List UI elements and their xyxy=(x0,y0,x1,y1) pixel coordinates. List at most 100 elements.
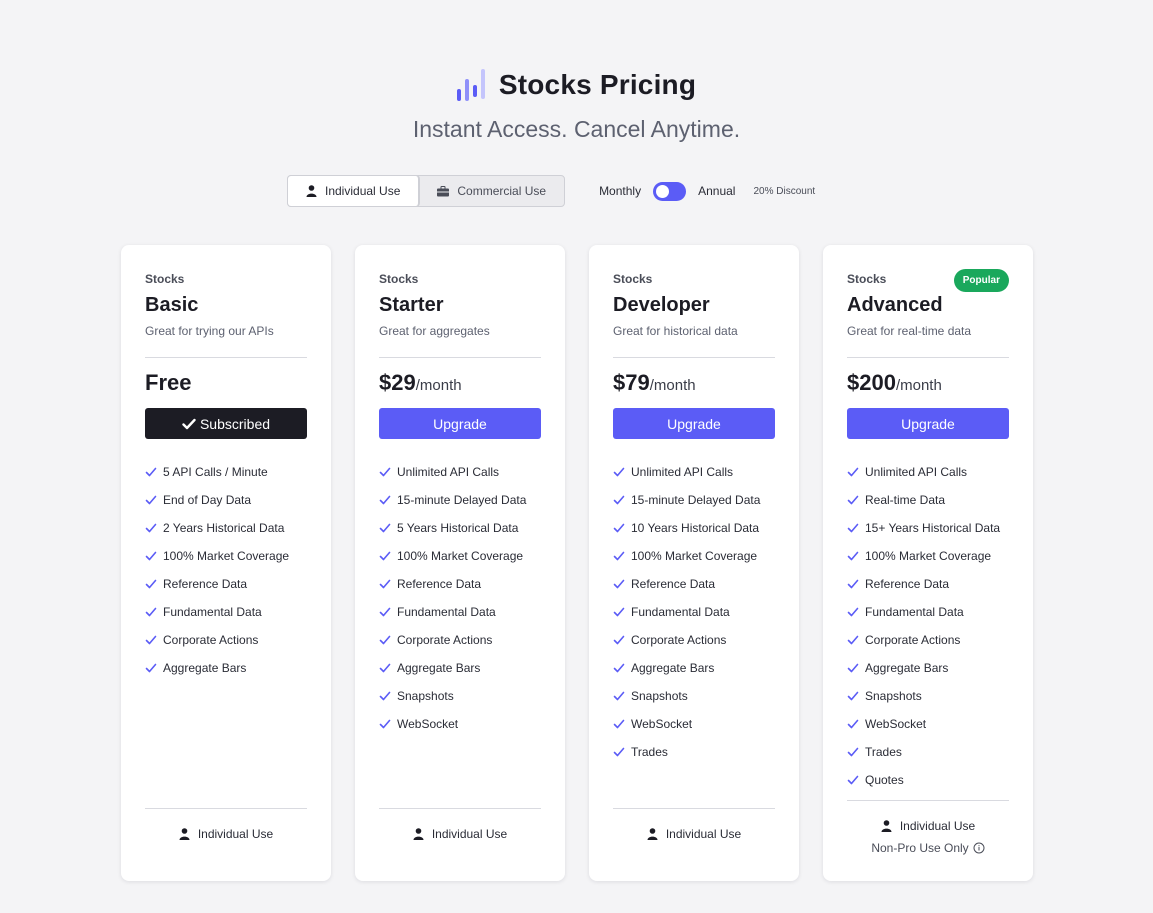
feature-label: Snapshots xyxy=(865,689,922,703)
feature-item: Trades xyxy=(613,738,760,766)
check-icon xyxy=(613,719,625,729)
feature-label: Aggregate Bars xyxy=(163,661,247,675)
page-header: Stocks Pricing Instant Access. Cancel An… xyxy=(0,68,1153,143)
price-period: /month xyxy=(649,377,696,394)
feature-item: 15-minute Delayed Data xyxy=(379,486,526,514)
feature-item: 2 Years Historical Data xyxy=(145,514,289,542)
feature-label: Reference Data xyxy=(163,577,248,591)
feature-label: Real-time Data xyxy=(865,493,946,507)
feature-label: Unlimited API Calls xyxy=(865,465,968,479)
plan-price: $79/month xyxy=(613,370,696,396)
check-icon xyxy=(379,551,391,561)
feature-item: Unlimited API Calls xyxy=(379,458,526,486)
bar-chart-logo-icon xyxy=(456,69,485,101)
feature-item: Quotes xyxy=(847,766,1000,794)
plan-description: Great for real-time data xyxy=(847,324,972,338)
plan-card-starter: Stocks Starter Great for aggregates $29/mon… xyxy=(355,245,565,881)
plan-description: Great for aggregates xyxy=(379,324,490,338)
feature-list: Unlimited API Calls Real-time Data 15+ Yea… xyxy=(847,458,1000,794)
feature-item: Fundamental Data xyxy=(379,598,526,626)
feature-item: WebSocket xyxy=(379,710,526,738)
plan-card-developer: Stocks Developer Great for historical data… xyxy=(589,245,799,881)
feature-label: End of Day Data xyxy=(163,493,252,507)
feature-label: WebSocket xyxy=(631,717,693,731)
price-amount: $200 xyxy=(847,370,896,395)
footer-label: Individual Use xyxy=(665,827,742,841)
feature-label: Quotes xyxy=(865,773,904,787)
feature-item: End of Day Data xyxy=(145,486,289,514)
annual-label[interactable]: Annual xyxy=(698,184,735,198)
check-icon xyxy=(613,579,625,589)
feature-label: Fundamental Data xyxy=(163,605,262,619)
subscribed-button[interactable]: Subscribed xyxy=(145,408,307,439)
feature-item: 10 Years Historical Data xyxy=(613,514,760,542)
feature-item: Snapshots xyxy=(847,682,1000,710)
check-icon xyxy=(145,635,157,645)
plan-card-advanced: Stocks Popular Advanced Great for real-time… xyxy=(823,245,1033,881)
footer-label: Individual Use xyxy=(899,819,976,833)
feature-item: Snapshots xyxy=(379,682,526,710)
plan-name: Developer xyxy=(613,294,710,316)
monthly-label[interactable]: Monthly xyxy=(599,184,641,198)
check-icon xyxy=(613,607,625,617)
feature-item: Reference Data xyxy=(145,570,289,598)
feature-label: WebSocket xyxy=(865,717,927,731)
commercial-use-tab[interactable]: Commercial Use xyxy=(419,176,564,206)
feature-item: Aggregate Bars xyxy=(613,654,760,682)
individual-use-tab[interactable]: Individual Use xyxy=(288,176,420,206)
info-icon[interactable] xyxy=(973,842,985,854)
check-icon xyxy=(847,635,859,645)
feature-item: 5 Years Historical Data xyxy=(379,514,526,542)
feature-label: Aggregate Bars xyxy=(397,661,481,675)
plan-price: $29/month xyxy=(379,370,462,396)
billing-period-control: Monthly Annual 20% Discount xyxy=(599,181,815,201)
feature-item: Aggregate Bars xyxy=(847,654,1000,682)
feature-label: Fundamental Data xyxy=(631,605,730,619)
cta-label: Upgrade xyxy=(667,415,721,432)
divider xyxy=(847,357,1009,358)
feature-label: 100% Market Coverage xyxy=(397,549,524,563)
cta-label: Subscribed xyxy=(199,415,271,432)
feature-item: Reference Data xyxy=(613,570,760,598)
feature-label: 15+ Years Historical Data xyxy=(865,521,1001,535)
plan-price: Free xyxy=(145,370,191,396)
check-icon xyxy=(145,495,157,505)
footer-note: Non-Pro Use Only xyxy=(871,841,969,855)
upgrade-button[interactable]: Upgrade xyxy=(613,408,775,439)
check-icon xyxy=(613,663,625,673)
check-icon xyxy=(182,418,196,429)
check-icon xyxy=(145,467,157,477)
feature-item: Real-time Data xyxy=(847,486,1000,514)
feature-label: Unlimited API Calls xyxy=(397,465,500,479)
user-icon xyxy=(413,828,424,840)
upgrade-button[interactable]: Upgrade xyxy=(847,408,1009,439)
plan-description: Great for historical data xyxy=(613,324,738,338)
feature-item: 100% Market Coverage xyxy=(145,542,289,570)
upgrade-button[interactable]: Upgrade xyxy=(379,408,541,439)
price-period: /month xyxy=(415,377,462,394)
divider xyxy=(847,800,1009,801)
plan-category: Stocks xyxy=(613,272,653,286)
feature-item: 100% Market Coverage xyxy=(613,542,760,570)
feature-item: Reference Data xyxy=(847,570,1000,598)
feature-label: Aggregate Bars xyxy=(631,661,715,675)
divider xyxy=(379,357,541,358)
billing-toggle[interactable] xyxy=(653,181,687,201)
feature-label: Snapshots xyxy=(397,689,454,703)
feature-label: 5 Years Historical Data xyxy=(397,521,519,535)
check-icon xyxy=(379,663,391,673)
feature-label: Trades xyxy=(631,745,668,759)
feature-item: Aggregate Bars xyxy=(145,654,289,682)
check-icon xyxy=(379,635,391,645)
divider xyxy=(613,357,775,358)
feature-item: 100% Market Coverage xyxy=(379,542,526,570)
check-icon xyxy=(145,523,157,533)
feature-item: Unlimited API Calls xyxy=(847,458,1000,486)
briefcase-icon xyxy=(437,185,450,196)
feature-item: Unlimited API Calls xyxy=(613,458,760,486)
feature-label: 2 Years Historical Data xyxy=(163,521,285,535)
feature-label: 100% Market Coverage xyxy=(631,549,758,563)
plan-footer: Individual Use xyxy=(355,827,565,841)
feature-item: Snapshots xyxy=(613,682,760,710)
feature-item: Fundamental Data xyxy=(613,598,760,626)
